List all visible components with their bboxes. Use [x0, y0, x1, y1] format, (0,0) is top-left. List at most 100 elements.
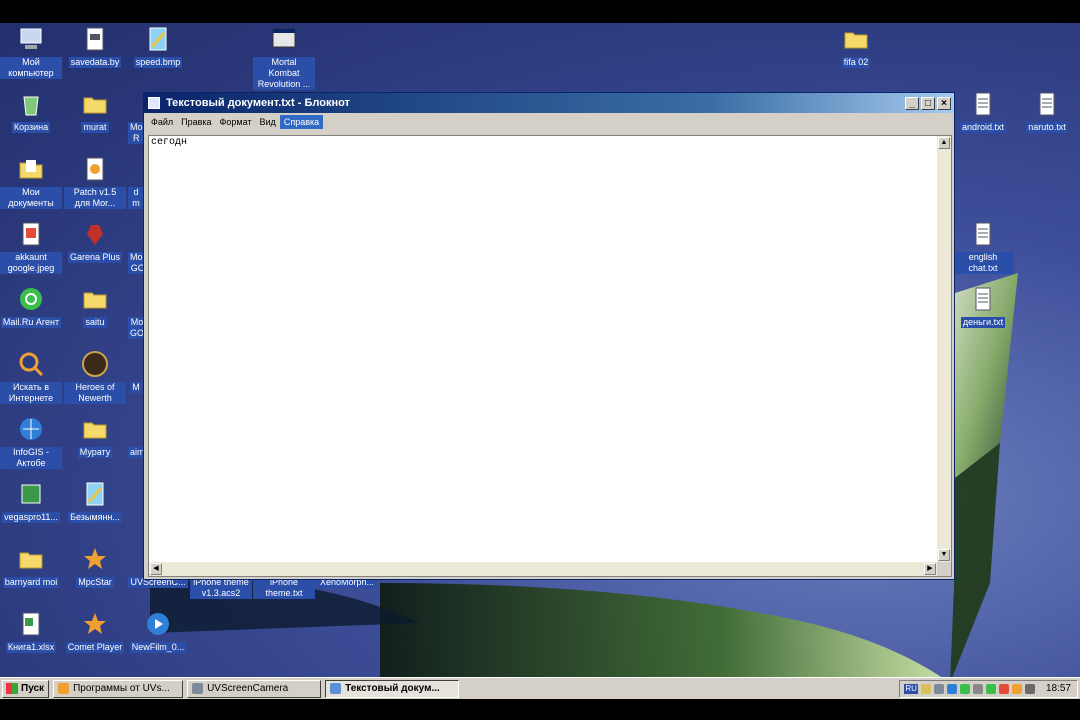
notepad-icon: [330, 683, 342, 694]
notepad-window[interactable]: Текстовый документ.txt - Блокнот _ □ × Ф…: [143, 92, 955, 580]
desktop-icon-label: english chat.txt: [952, 252, 1014, 274]
menu-help[interactable]: Справка: [279, 114, 324, 129]
desktop-icon-my-computer[interactable]: Мой компьютер: [0, 25, 62, 79]
desktop-icon-partial-0[interactable]: Mo R: [128, 90, 144, 144]
desktop-icon-recycle-bin[interactable]: Корзина: [0, 90, 62, 133]
desktop-icon-label: MpcStar: [76, 577, 114, 588]
tray-app-icon[interactable]: [920, 683, 931, 694]
system-tray: RU 18:57: [899, 679, 1078, 698]
desktop-icon-partial-5[interactable]: aim: [128, 415, 144, 458]
menu-edit[interactable]: Правка: [177, 115, 215, 129]
desktop-icon-label: Heroes of Newerth: [64, 382, 126, 404]
desktop-icon-partial-4[interactable]: M: [128, 350, 144, 393]
desktop-icon-label: Mor GO: [128, 252, 144, 274]
scroll-right-icon[interactable]: ▶: [924, 563, 936, 575]
task-label: UVScreenCamera: [207, 683, 289, 694]
desktop-icon-vegaspro[interactable]: vegaspro11...: [0, 480, 62, 523]
desktop-icon-muratu[interactable]: Мурату: [64, 415, 126, 458]
close-button[interactable]: ×: [937, 96, 951, 110]
menu-view[interactable]: Вид: [256, 115, 280, 129]
tray-messenger-icon[interactable]: [959, 683, 970, 694]
scroll-up-icon[interactable]: ▲: [938, 137, 950, 149]
program-window-icon: [272, 28, 296, 48]
desktop-icon-label: Мои документы: [0, 187, 62, 209]
tray-security-icon[interactable]: [998, 683, 1009, 694]
menu-format[interactable]: Формат: [216, 115, 256, 129]
avi-file-icon: [147, 613, 169, 635]
desktop-icon-mpcstar[interactable]: MpcStar: [64, 545, 126, 588]
desktop-icon-murat[interactable]: murat: [64, 90, 126, 133]
desktop-icon-label: NewFilm_0...: [129, 642, 187, 653]
desktop-icon-my-documents[interactable]: Мои документы: [0, 155, 62, 209]
desktop-icon-label: Mo GO: [128, 317, 144, 339]
resize-grip[interactable]: [937, 562, 951, 576]
desktop-icon-mailru-agent[interactable]: Mail.Ru Агент: [0, 285, 62, 328]
desktop-icon-partial-2[interactable]: Mor GO: [128, 220, 144, 274]
folder-icon: [83, 292, 107, 309]
desktop-icon-hon[interactable]: Heroes of Newerth: [64, 350, 126, 404]
language-indicator[interactable]: RU: [904, 683, 918, 694]
desktop-icon-label: InfoGIS - Актобе: [0, 447, 62, 469]
desktop-icon-partial-1[interactable]: d m: [128, 155, 144, 209]
start-button[interactable]: Пуск: [2, 679, 50, 698]
my-documents-icon: [19, 160, 43, 179]
desktop-icon-bezymyannyy[interactable]: Безымянн...: [64, 480, 126, 523]
desktop-icon-savedata[interactable]: savedata.by: [64, 25, 126, 68]
window-titlebar[interactable]: Текстовый документ.txt - Блокнот _ □ ×: [144, 93, 954, 113]
taskbar-item-notepad[interactable]: Текстовый докум...: [325, 679, 460, 698]
desktop-icon-garena[interactable]: Garena Plus: [64, 220, 126, 263]
notepad-icon: [148, 97, 160, 109]
desktop-icon-newfilm[interactable]: NewFilm_0...: [127, 610, 189, 653]
desktop-icon-naruto-txt[interactable]: naruto.txt: [1016, 90, 1078, 133]
tray-settings-icon[interactable]: [972, 683, 983, 694]
taskbar-item-browser[interactable]: Программы от UVs...: [53, 679, 184, 698]
text-editor[interactable]: сегодн ▲ ▼ ◀ ▶: [148, 135, 952, 577]
taskbar: Пуск Программы от UVs... UVScreenCamera …: [0, 677, 1080, 699]
scroll-left-icon[interactable]: ◀: [150, 563, 162, 575]
scroll-down-icon[interactable]: ▼: [938, 549, 950, 561]
computer-icon: [20, 28, 42, 49]
desktop-icon-patch[interactable]: Patch v1.5 для Mor...: [64, 155, 126, 209]
desktop-icon-label: speed.bmp: [133, 57, 183, 68]
desktop-icon-label: Книга1.xlsx: [5, 642, 57, 653]
desktop-icon-partial-3[interactable]: Mo GO: [128, 285, 144, 339]
infogis-icon: [20, 418, 42, 440]
desktop-icon-android-txt[interactable]: android.txt: [952, 90, 1014, 133]
tray-agent-icon[interactable]: [985, 683, 996, 694]
tray-network-icon[interactable]: [946, 683, 957, 694]
tray-update-icon[interactable]: [1011, 683, 1022, 694]
maximize-button[interactable]: □: [921, 96, 935, 110]
text-file-icon: [975, 222, 991, 246]
uvscreen-icon: [192, 683, 204, 694]
desktop-icon-mortal-kombat[interactable]: Mortal Kombat Revolution ...: [253, 25, 315, 90]
garena-icon: [87, 225, 103, 245]
tray-display-icon[interactable]: [1024, 683, 1035, 694]
desktop-icon-dengi-txt[interactable]: деньги.txt: [952, 285, 1014, 328]
patch-icon: [86, 157, 104, 181]
desktop-icon-label: Garena Plus: [67, 252, 123, 263]
desktop-icon-search-internet[interactable]: Искать в Интернете: [0, 350, 62, 404]
editor-content[interactable]: сегодн: [151, 137, 187, 148]
clock[interactable]: 18:57: [1046, 683, 1071, 694]
desktop-icon-fifa02[interactable]: fifa 02: [825, 25, 887, 68]
desktop-icon-barnyard[interactable]: barnyard moi: [0, 545, 62, 588]
menu-file[interactable]: Файл: [147, 115, 177, 129]
desktop-icon-label: saitu: [83, 317, 107, 328]
recycle-bin-icon: [23, 96, 39, 116]
desktop-icon-label: Comet Player: [65, 642, 125, 653]
desktop-icon-speed-bmp[interactable]: speed.bmp: [127, 25, 189, 68]
desktop-icon-akkaunt-google[interactable]: akkaunt google.jpeg: [0, 220, 62, 274]
desktop-icon-comet-player[interactable]: Comet Player: [64, 610, 126, 653]
vertical-scrollbar[interactable]: ▲ ▼: [937, 136, 951, 562]
tray-volume-icon[interactable]: [933, 683, 944, 694]
image-file-icon: [22, 222, 40, 246]
desktop-icon-label: Mo R: [128, 122, 144, 144]
horizontal-scrollbar[interactable]: ◀ ▶: [149, 562, 937, 576]
minimize-button[interactable]: _: [905, 96, 919, 110]
desktop-icon-saitu[interactable]: saitu: [64, 285, 126, 328]
desktop-icon-infogis[interactable]: InfoGIS - Актобе: [0, 415, 62, 469]
desktop-icon-kniga1[interactable]: Книга1.xlsx: [0, 610, 62, 653]
desktop-icon-english-chat[interactable]: english chat.txt: [952, 220, 1014, 274]
desktop-icon-label: Безымянн...: [68, 512, 122, 523]
taskbar-item-uvscreencamera[interactable]: UVScreenCamera: [187, 679, 322, 698]
